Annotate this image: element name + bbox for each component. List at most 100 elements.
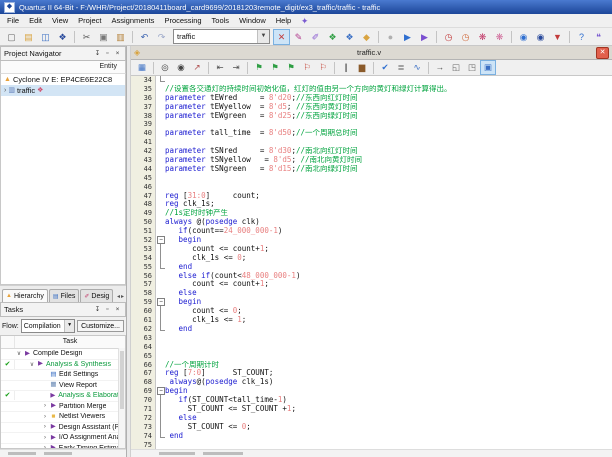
find-icon[interactable]: ◎ — [157, 60, 173, 75]
code-line[interactable]: 45 — [131, 174, 612, 183]
wave-icon[interactable]: ∿ — [409, 60, 425, 75]
chevron-right-icon[interactable]: › — [4, 86, 6, 95]
menu-item-edit[interactable]: Edit — [24, 15, 47, 26]
tab-scroll-right-icon[interactable]: ▸ — [121, 293, 124, 300]
close-icon[interactable]: × — [113, 305, 122, 314]
code-line[interactable]: 42parameter tSNred = 8'd30;//南北向红灯时间 — [131, 147, 612, 156]
start-analysis-icon[interactable]: ▶ — [416, 29, 433, 45]
copy-icon[interactable]: ▣ — [95, 29, 112, 45]
code-line[interactable]: 61 clk_1s <= 1; — [131, 316, 612, 325]
code-line[interactable]: 75 — [131, 441, 612, 449]
device-icon[interactable]: ❖ — [341, 29, 358, 45]
fold-collapse-icon[interactable]: − — [157, 387, 165, 395]
code-line[interactable]: 67reg [7:0] ST_COUNT; — [131, 369, 612, 378]
code-line[interactable]: 37parameter tEWyellow = 8'd5; //东西向黄灯时间 — [131, 103, 612, 112]
toggle-bookmark-icon[interactable]: ⚑ — [251, 60, 267, 75]
pin-planner-icon[interactable]: ✕ — [273, 29, 290, 45]
code-line[interactable]: 54 clk_1s <= 0; — [131, 254, 612, 263]
chevron-down-icon[interactable]: ∨ — [28, 361, 36, 368]
timing-analyzer-icon[interactable]: ✐ — [307, 29, 324, 45]
find-replace-icon[interactable]: ◉ — [173, 60, 189, 75]
code-line[interactable]: 60 count <= 0; — [131, 307, 612, 316]
code-line[interactable]: 62 end — [131, 325, 612, 334]
fold-box-icon[interactable]: − — [156, 236, 165, 245]
talkback-icon[interactable]: ✦ — [296, 13, 313, 29]
save-icon[interactable]: ◫ — [37, 29, 54, 45]
code-editor[interactable]: 3435//设置各交通灯的持续时间初始化值，红灯的值由另一个方向的黄灯和绿灯计算… — [131, 76, 612, 449]
task-row[interactable]: ›▶Early Timing Estimate — [1, 444, 125, 449]
goto-matching-icon[interactable]: → — [432, 60, 448, 75]
entity-combobox[interactable]: traffic ▼ — [173, 29, 270, 44]
fold-collapse-icon[interactable]: − — [157, 298, 165, 306]
float-icon[interactable]: ▫ — [103, 49, 112, 58]
task-row[interactable]: ✔∨▶Analysis & Synthesis — [1, 360, 125, 371]
code-line[interactable]: 69−begin — [131, 387, 612, 396]
code-line[interactable]: 71 ST_COUNT <= ST_COUNT +1; — [131, 405, 612, 414]
macro-icon[interactable]: ▆ — [354, 60, 370, 75]
close-document-icon[interactable]: ✕ — [596, 47, 609, 59]
stop-icon[interactable]: ● — [382, 29, 399, 45]
chevron-down-icon[interactable]: ▼ — [257, 30, 269, 43]
pin-icon[interactable]: ↧ — [93, 49, 102, 58]
fold-box-icon[interactable]: − — [156, 298, 165, 307]
code-line[interactable]: 38parameter tEWgreen = 8'd25;//东西向绿灯时间 — [131, 112, 612, 121]
task-row[interactable]: ✔▶Analysis & Elaboration — [1, 391, 125, 402]
task-row[interactable]: ›▶I/O Assignment Analy — [1, 433, 125, 444]
increase-indent-icon[interactable]: ⇥ — [228, 60, 244, 75]
code-line[interactable]: 56 else if(count<48_000_000-1) — [131, 272, 612, 281]
code-line[interactable]: 72 else — [131, 414, 612, 423]
task-column-header[interactable]: Task — [15, 336, 125, 348]
undo-icon[interactable]: ↶ — [136, 29, 153, 45]
timequest-icon[interactable]: ◷ — [440, 29, 457, 45]
next-bookmark-icon[interactable]: ⚑ — [283, 60, 299, 75]
flow-combobox[interactable]: Compilation ▼ — [21, 319, 75, 333]
chevron-right-icon[interactable]: › — [41, 403, 49, 409]
task-row[interactable]: ›▶Partition Merge — [1, 402, 125, 413]
code-line[interactable]: 35//设置各交通灯的持续时间初始化值，红灯的值由另一个方向的黄灯和绿灯计算得出… — [131, 85, 612, 94]
menu-item-processing[interactable]: Processing — [159, 15, 206, 26]
assignment-editor-icon[interactable]: ✎ — [290, 29, 307, 45]
task-row[interactable]: ∨▶Compile Design — [1, 349, 125, 360]
code-line[interactable]: 47reg [31:0] count; — [131, 192, 612, 201]
eda-netlist-icon[interactable]: ◉ — [532, 29, 549, 45]
code-line[interactable]: 49//1s定时时钟产生 — [131, 209, 612, 218]
rtl-viewer-icon[interactable]: ❋ — [474, 29, 491, 45]
code-line[interactable]: 68 always@(posedge clk_1s) — [131, 378, 612, 387]
pin-icon[interactable]: ↧ — [93, 305, 102, 314]
code-line[interactable]: 65 — [131, 352, 612, 361]
new-file-icon[interactable]: ▢ — [3, 29, 20, 45]
code-line[interactable]: 44parameter tSNgreen = 8'd15;//南北向绿灯时间 — [131, 165, 612, 174]
programmer-icon[interactable]: ▼ — [549, 29, 566, 45]
chevron-right-icon[interactable]: › — [41, 445, 49, 448]
code-line[interactable]: 51 if(count==24_000_000-1) — [131, 227, 612, 236]
code-line[interactable]: 57 count <= count+1; — [131, 280, 612, 289]
delete-all-bookmarks-icon[interactable]: ⚐ — [315, 60, 331, 75]
settings-icon[interactable]: ❖ — [324, 29, 341, 45]
fold-collapse-icon[interactable]: − — [157, 236, 165, 244]
talkback-icon[interactable]: ❝ — [590, 29, 607, 45]
float-icon[interactable]: ▫ — [103, 305, 112, 314]
code-line[interactable]: 64 — [131, 343, 612, 352]
split-window-icon[interactable]: ◱ — [448, 60, 464, 75]
chevron-down-icon[interactable]: ▼ — [64, 320, 74, 332]
file-settings-icon[interactable]: ▦ — [134, 60, 150, 75]
code-line[interactable]: 34 — [131, 76, 612, 85]
menu-item-help[interactable]: Help — [271, 15, 296, 26]
code-line[interactable]: 36parameter tEWred = 8'd20;//东西向红灯时间 — [131, 94, 612, 103]
menu-item-assignments[interactable]: Assignments — [107, 15, 160, 26]
decrease-indent-icon[interactable]: ⇤ — [212, 60, 228, 75]
code-line[interactable]: 43parameter tSNyellow = 8'd5; //南北向黄灯时间 — [131, 156, 612, 165]
tech-map-viewer-icon[interactable]: ❋ — [491, 29, 508, 45]
menu-item-view[interactable]: View — [47, 15, 73, 26]
insert-template-icon[interactable]: ❙ — [338, 60, 354, 75]
code-line[interactable]: 70 if(ST_COUNT<tall_time-1) — [131, 396, 612, 405]
chevron-right-icon[interactable]: › — [41, 414, 49, 420]
code-line[interactable]: 58 else — [131, 289, 612, 298]
close-icon[interactable]: × — [113, 49, 122, 58]
document-title[interactable]: traffic.v — [142, 48, 596, 57]
code-line[interactable]: 50always @(posedge clk) — [131, 218, 612, 227]
code-line[interactable]: 52− begin — [131, 236, 612, 245]
redo-icon[interactable]: ↷ — [153, 29, 170, 45]
task-row[interactable]: ›■Netlist Viewers — [1, 412, 125, 423]
editor-horizontal-scrollbar[interactable] — [131, 449, 612, 457]
